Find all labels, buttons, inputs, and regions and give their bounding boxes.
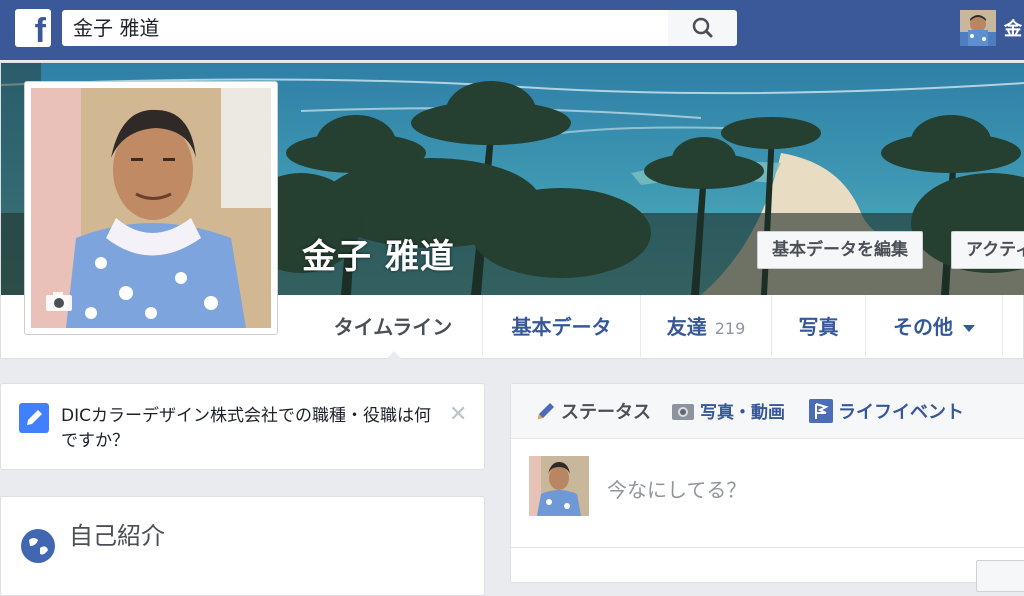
tab-label: 基本データ — [511, 315, 612, 339]
top-navigation-bar: f 金子 雅道 金 — [0, 0, 1024, 60]
chevron-down-icon — [963, 325, 975, 332]
tab-status[interactable]: ステータス — [535, 398, 651, 424]
search-icon — [692, 17, 713, 38]
tab-life-event[interactable]: ライフイベント — [809, 398, 964, 424]
tab-friends[interactable]: 友達 219 — [640, 295, 771, 359]
job-prompt-text[interactable]: DICカラーデザイン株式会社での職種・役職は何ですか？ — [61, 404, 441, 454]
profile-cover-card: 金子 雅道 基本データを編集 アクティ タイムライン 基本データ 友達 219 写… — [0, 62, 1024, 360]
facebook-logo[interactable]: f — [15, 9, 51, 50]
tab-about[interactable]: 基本データ — [482, 295, 640, 359]
user-avatar[interactable] — [960, 10, 996, 46]
search-input[interactable]: 金子 雅道 — [62, 10, 668, 46]
intro-card: 自己紹介 — [0, 496, 485, 596]
tab-label: 写真 — [798, 315, 839, 339]
tab-label: その他 — [893, 315, 953, 339]
status-composer: ステータス 写真・動画 ライフイベント 今なにしてる？ — [510, 383, 1024, 592]
tab-more[interactable]: その他 — [865, 295, 1003, 359]
pencil-icon[interactable] — [19, 403, 49, 433]
job-prompt-card: DICカラーデザイン株式会社での職種・役職は何ですか？ ✕ — [0, 383, 485, 470]
tab-label: 友達 — [666, 315, 707, 339]
profile-name[interactable]: 金子 雅道 — [302, 229, 455, 278]
composer-tabs: ステータス 写真・動画 ライフイベント — [511, 384, 1024, 439]
tab-label: 写真・動画 — [700, 403, 785, 423]
profile-picture-frame[interactable] — [24, 81, 278, 335]
tab-label: タイムライン — [333, 315, 453, 339]
topbar-user-name[interactable]: 金 — [1004, 15, 1022, 41]
close-icon[interactable]: ✕ — [449, 402, 467, 427]
divider — [511, 547, 1024, 548]
search-button[interactable] — [668, 10, 737, 46]
edit-profile-button[interactable]: 基本データを編集 — [757, 231, 923, 269]
activity-log-button[interactable]: アクティ — [951, 231, 1024, 269]
flag-icon — [809, 399, 833, 423]
composer-options-button[interactable] — [976, 560, 1024, 592]
composer-avatar — [529, 456, 589, 516]
tab-timeline[interactable]: タイムライン — [303, 295, 483, 360]
tab-label: ライフイベント — [838, 402, 964, 423]
active-tab-pointer — [385, 351, 403, 360]
status-input[interactable]: 今なにしてる？ — [607, 474, 746, 503]
intro-title: 自己紹介 — [69, 522, 165, 550]
pencil-icon — [538, 403, 554, 419]
tab-photo-video[interactable]: 写真・動画 — [671, 398, 785, 423]
tab-photos[interactable]: 写真 — [771, 295, 865, 359]
photo-icon — [672, 404, 694, 420]
profile-navigation: タイムライン 基本データ 友達 219 写真 その他 — [303, 295, 1023, 360]
globe-icon — [21, 529, 55, 563]
tab-label: ステータス — [561, 402, 651, 423]
friends-count: 219 — [714, 319, 746, 338]
camera-icon[interactable] — [45, 290, 73, 312]
